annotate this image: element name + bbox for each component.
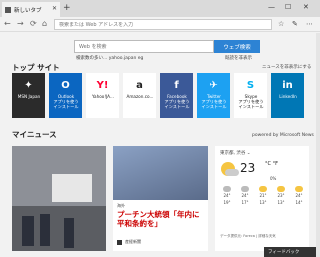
tab-new-tab[interactable]: 新しいタブ ✕ xyxy=(2,2,60,17)
tile-label: Outlook アプリを使う インストール xyxy=(53,94,79,110)
weather-temp: 23 xyxy=(240,161,256,175)
tile-label: Skype アプリを使う インストール xyxy=(238,94,264,110)
hide-news-link[interactable]: ニュースを非表示にする xyxy=(262,64,311,70)
scrollbar[interactable] xyxy=(316,33,320,257)
search-input[interactable] xyxy=(74,40,214,53)
weather-unit[interactable]: °C °F xyxy=(265,161,278,167)
skype-icon: S xyxy=(246,80,255,91)
url-field[interactable] xyxy=(54,19,272,30)
linkedin-icon: in xyxy=(282,80,293,91)
forecast-day: 23° 13° xyxy=(274,186,288,206)
popular-items[interactable]: yahoo.japan eg xyxy=(109,56,144,61)
tile-label: Yahoo!JA... xyxy=(92,94,114,99)
news-source: 産経新聞 xyxy=(117,239,141,245)
refresh-icon[interactable]: ⟳ xyxy=(30,19,37,28)
top-sites-title: トップ サイト xyxy=(12,63,60,72)
weather-card[interactable]: 東京都, 渋谷 ⌄ 23 °C °F 0% 24° 19° 24° 17° 21° 1… xyxy=(215,146,309,251)
forecast-day: 24° 14° xyxy=(292,186,306,206)
forecast-day: 21° 13° xyxy=(256,186,270,206)
forecast-day: 24° 17° xyxy=(238,186,252,206)
tile-skype[interactable]: S Skype アプリを使う インストール xyxy=(234,73,267,118)
search-bar: ウェブ検索 xyxy=(74,40,260,53)
home-icon[interactable]: ⌂ xyxy=(42,19,47,28)
weather-location[interactable]: 東京都, 渋谷 ⌄ xyxy=(220,150,251,156)
weather-forecast: 24° 19° 24° 17° 21° 13° 23° 13° 24° 14° xyxy=(220,186,306,206)
tile-label: Twitter アプリを使う インストール xyxy=(201,94,227,110)
tab-title: 新しいタブ xyxy=(14,7,42,14)
address-bar: ← → ⟳ ⌂ ☆ ✎ ⋯ xyxy=(0,17,320,32)
maximize-icon[interactable]: ☐ xyxy=(285,3,291,11)
news-headline[interactable]: プーチン大統領「年内に平和条約を」 xyxy=(117,210,205,228)
news-card-photo[interactable] xyxy=(12,146,106,251)
popular-searches: 検索数の多い... yahoo.japan eg xyxy=(76,55,143,61)
feedback-button[interactable]: フィードバック xyxy=(264,247,316,257)
cloud-icon xyxy=(225,169,239,176)
forward-icon[interactable]: → xyxy=(17,19,24,28)
more-icon[interactable]: ⋯ xyxy=(306,20,313,28)
news-card-image xyxy=(113,146,208,200)
yahoo-icon: Y! xyxy=(96,80,109,91)
tile-outlook[interactable]: O Outlook アプリを使う インストール xyxy=(49,73,82,118)
outlook-icon: O xyxy=(61,80,70,91)
tile-twitter[interactable]: ✈ Twitter アプリを使う インストール xyxy=(197,73,230,118)
tile-facebook[interactable]: f Facebook アプリを使う インストール xyxy=(160,73,193,118)
tile-amazon[interactable]: a Amazon.co... xyxy=(123,73,156,118)
back-icon[interactable]: ← xyxy=(4,19,11,28)
weather-precip: 0% xyxy=(270,176,277,181)
tile-label: MSN Japan xyxy=(17,94,41,99)
url-input[interactable] xyxy=(59,21,271,28)
tile-yahoo[interactable]: Y! Yahoo!JA... xyxy=(86,73,119,118)
weather-footer[interactable]: データ提供元: Foreca | 詳細な天気 xyxy=(220,234,276,239)
popular-label: 検索数の多い... xyxy=(76,56,108,61)
powered-by: powered by Microsoft News xyxy=(252,133,314,138)
news-card-putin[interactable]: 海外 プーチン大統領「年内に平和条約を」 産経新聞 xyxy=(113,146,208,251)
close-tab-icon[interactable]: ✕ xyxy=(52,5,57,12)
tab-bar: 新しいタブ ✕ + — ☐ ✕ xyxy=(0,0,320,17)
minimize-icon[interactable]: — xyxy=(268,3,275,11)
news-category: 海外 xyxy=(117,203,125,208)
hide-link[interactable]: 既読を非表示 xyxy=(225,55,252,61)
tile-msn[interactable]: ✦ MSN Japan xyxy=(12,73,45,118)
tab-icon xyxy=(5,6,11,13)
top-sites-grid: ✦ MSN Japan O Outlook アプリを使う インストール Y! Y… xyxy=(12,73,308,118)
amazon-icon: a xyxy=(136,80,143,91)
close-window-icon[interactable]: ✕ xyxy=(303,3,309,11)
share-icon[interactable]: ✎ xyxy=(292,20,298,28)
tile-linkedin[interactable]: in LinkedIn xyxy=(271,73,304,118)
tile-label: Amazon.co... xyxy=(126,94,154,99)
search-button[interactable]: ウェブ検索 xyxy=(214,40,260,53)
tile-label: Facebook アプリを使う インストール xyxy=(164,94,190,110)
tile-label: LinkedIn xyxy=(279,94,297,99)
forecast-day: 24° 19° xyxy=(220,186,234,206)
twitter-icon: ✈ xyxy=(209,80,218,91)
new-tab-icon[interactable]: + xyxy=(63,3,71,13)
source-logo-icon xyxy=(117,239,122,245)
favorites-icon[interactable]: ☆ xyxy=(278,20,284,28)
msn-icon: ✦ xyxy=(24,80,33,91)
facebook-icon: f xyxy=(174,80,179,91)
news-photo-image xyxy=(12,146,106,251)
source-name: 産経新聞 xyxy=(125,239,141,244)
news-title: マイニュース xyxy=(12,130,57,139)
